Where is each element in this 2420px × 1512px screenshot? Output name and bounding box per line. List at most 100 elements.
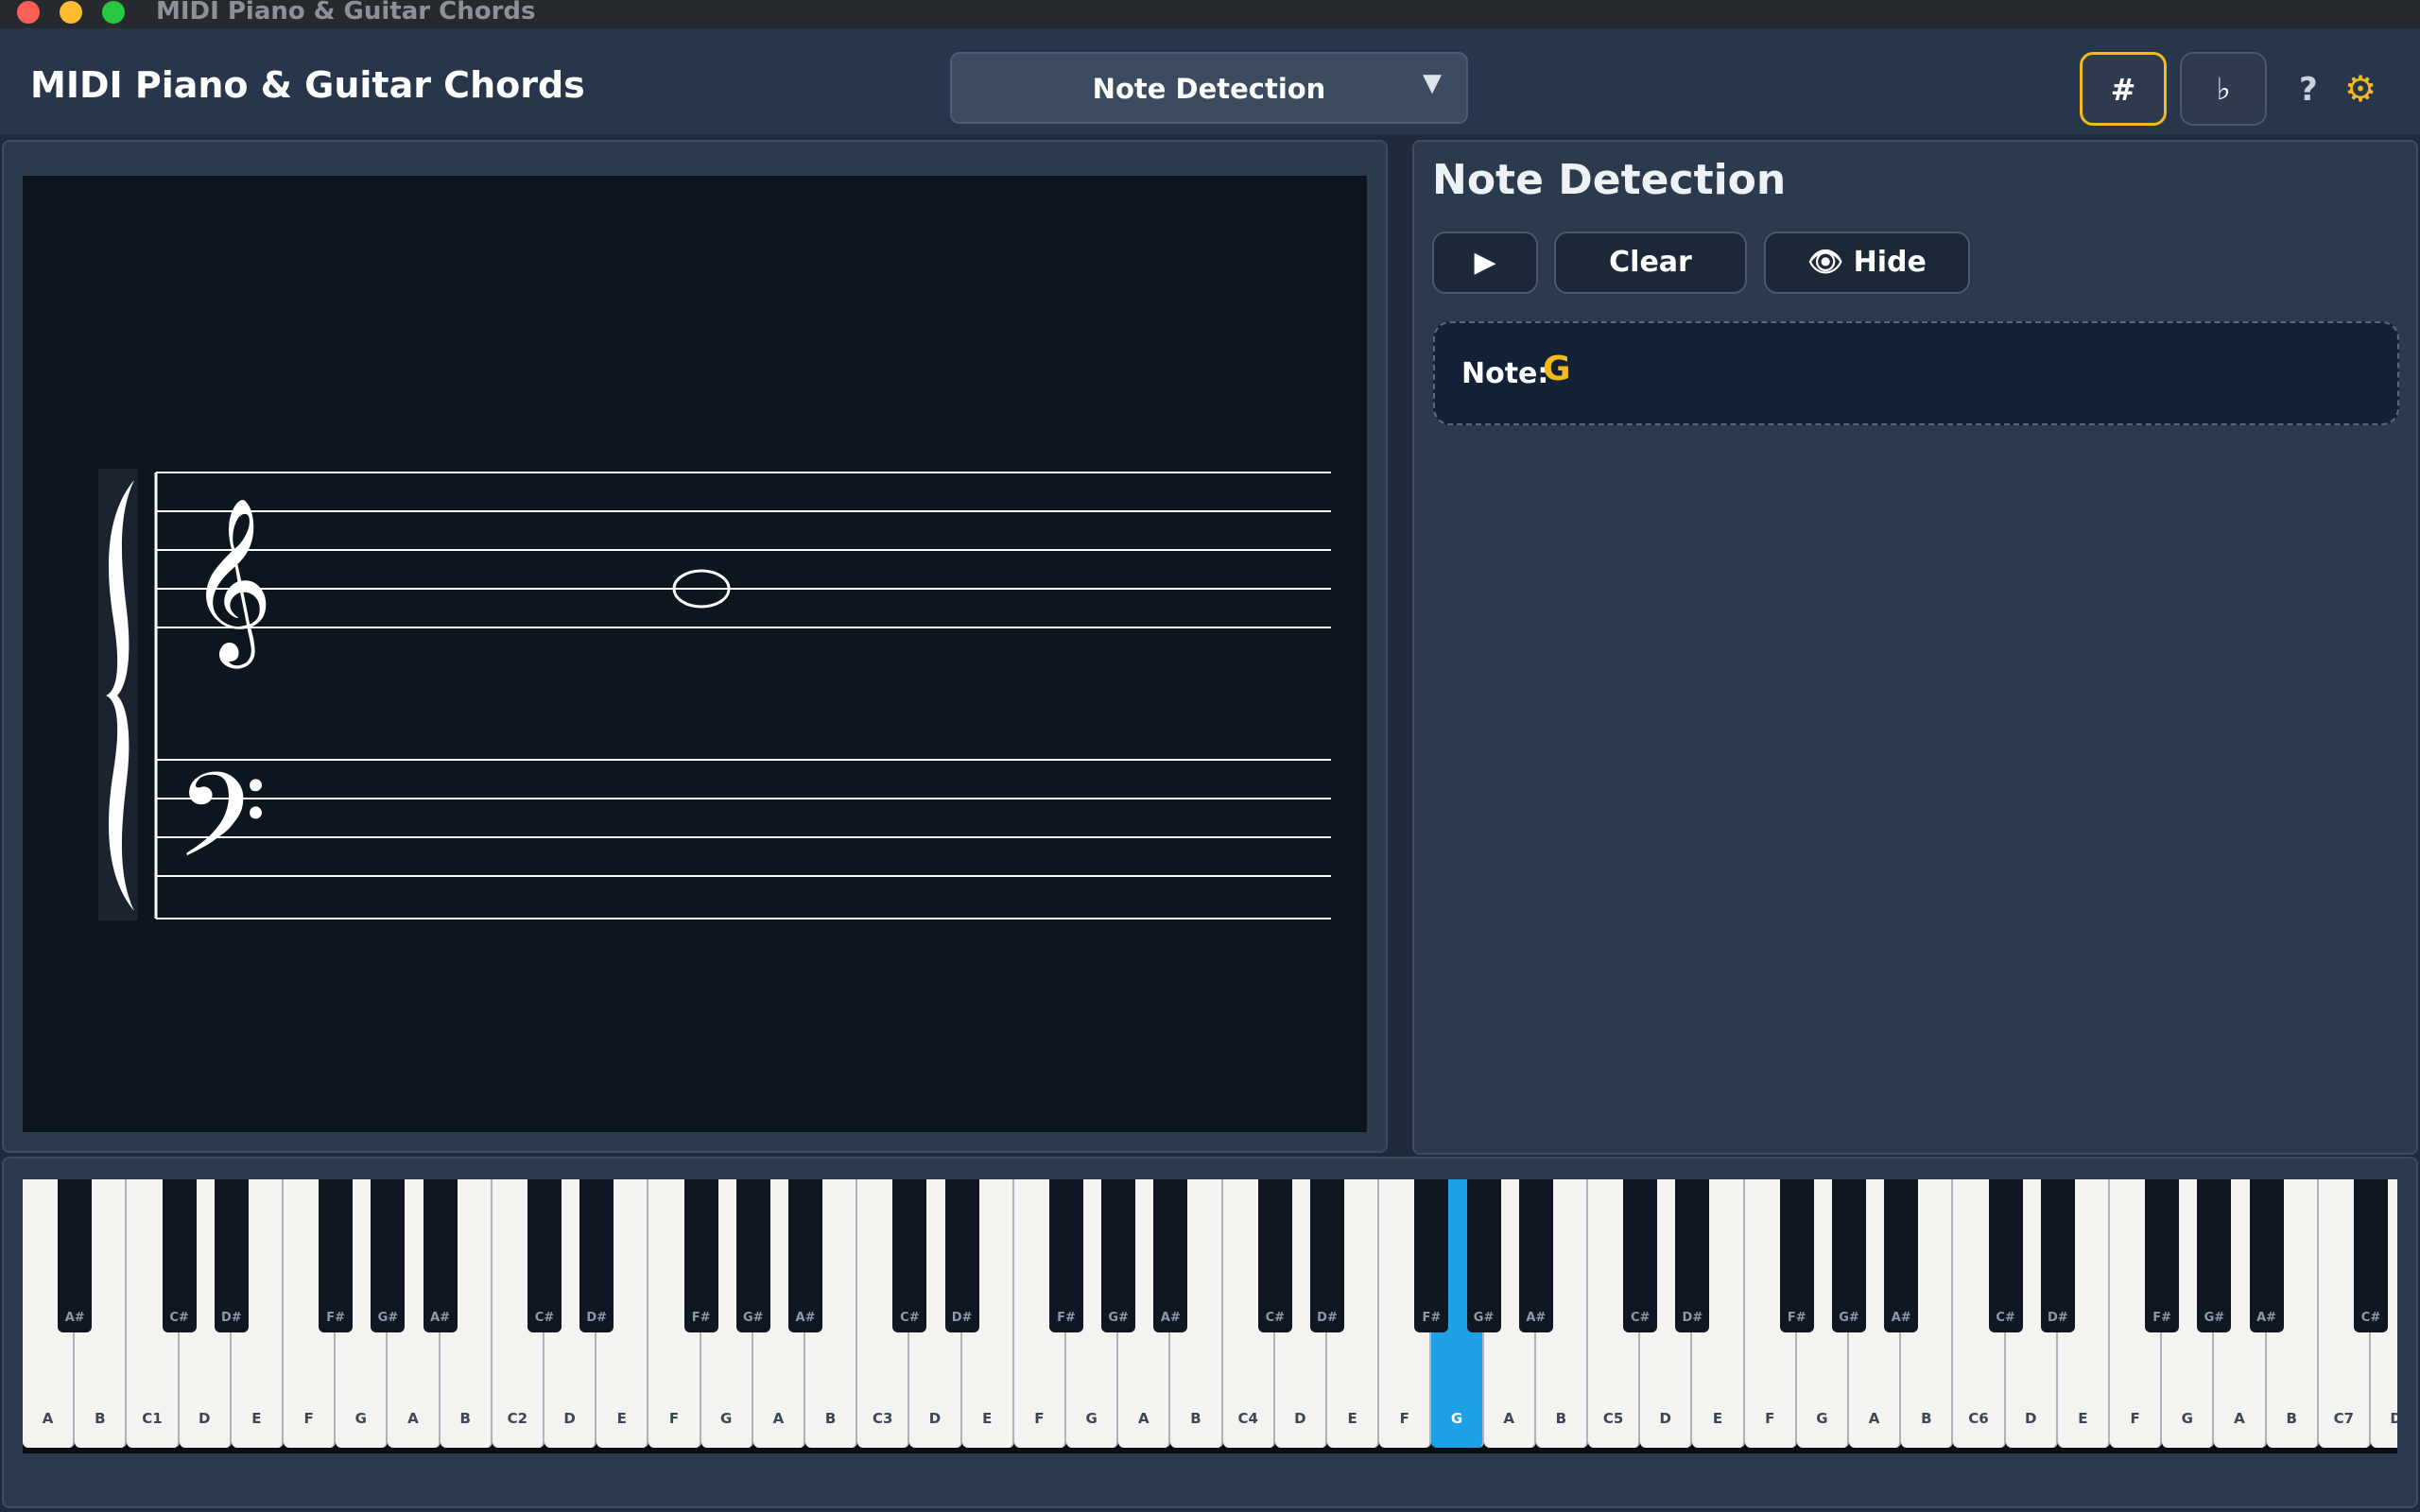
white-key-label: D (2390, 1410, 2397, 1427)
black-key[interactable]: C# (527, 1179, 562, 1332)
black-key[interactable]: A# (1153, 1179, 1188, 1332)
black-key-label: C# (534, 1311, 555, 1325)
black-key-label: F# (326, 1311, 346, 1325)
black-key[interactable]: G# (1832, 1179, 1866, 1332)
black-key-label: F# (1787, 1311, 1806, 1325)
white-key-label: C5 (1602, 1410, 1624, 1427)
white-key-label: F (2130, 1410, 2140, 1427)
white-key-label: E (616, 1410, 627, 1427)
black-key[interactable]: C# (2354, 1179, 2388, 1332)
black-key-label: D# (586, 1311, 608, 1325)
help-icon[interactable]: ? (2299, 71, 2318, 109)
black-key[interactable]: F# (1049, 1179, 1083, 1332)
white-key-label: B (1921, 1410, 1932, 1427)
black-key[interactable]: G# (1466, 1179, 1501, 1332)
black-key[interactable]: F# (683, 1179, 718, 1332)
black-key[interactable]: D# (1675, 1179, 1710, 1332)
black-key-label: D# (1682, 1311, 1703, 1325)
white-key-label: C3 (873, 1410, 893, 1427)
sharp-button[interactable]: # (2080, 52, 2167, 126)
black-key[interactable]: C# (892, 1179, 927, 1332)
black-key[interactable]: A# (1518, 1179, 1553, 1332)
black-key[interactable]: F# (319, 1179, 354, 1332)
treble-clef-icon: 𝄞 (189, 497, 273, 669)
note-readout: Note: G (1433, 321, 2399, 425)
black-key-label: G# (377, 1311, 399, 1325)
white-key-label: B (1190, 1410, 1201, 1427)
black-key[interactable]: G# (735, 1179, 770, 1332)
black-key-label: A# (1160, 1311, 1181, 1325)
black-key[interactable]: D# (2040, 1179, 2075, 1332)
black-key[interactable]: F# (1779, 1179, 1814, 1332)
black-key[interactable]: D# (579, 1179, 614, 1332)
close-window-button[interactable] (17, 1, 40, 24)
chevron-down-icon: ▼ (1423, 69, 1442, 97)
black-key[interactable]: C# (1988, 1179, 2023, 1332)
bass-staff-lines (156, 759, 1331, 919)
note-label: Note: (1461, 357, 1549, 390)
black-key-label: D# (2047, 1311, 2068, 1325)
white-key-label: A (1868, 1410, 1880, 1427)
black-key-label: A# (1891, 1311, 1911, 1325)
grand-staff-svg: 𝄞 𝄢 (98, 469, 1331, 920)
white-key-label: G (1085, 1410, 1098, 1427)
black-key[interactable]: A# (423, 1179, 458, 1332)
white-key-label: E (1347, 1410, 1357, 1427)
gear-icon[interactable]: ⚙ (2344, 68, 2377, 110)
white-key-label: C1 (142, 1410, 163, 1427)
black-key[interactable]: F# (1414, 1179, 1449, 1332)
black-key-label: G# (1108, 1311, 1129, 1325)
white-key-label: D (2024, 1410, 2037, 1427)
black-key[interactable]: C# (1623, 1179, 1658, 1332)
white-key-label: D (198, 1410, 211, 1427)
white-key-label: F (1765, 1410, 1775, 1427)
black-key-label: G# (1839, 1311, 1859, 1325)
white-key-label: D (928, 1410, 942, 1427)
black-key[interactable]: D# (214, 1179, 249, 1332)
black-key[interactable]: F# (2145, 1179, 2180, 1332)
mode-select[interactable]: Note Detection ▼ (950, 52, 1468, 124)
black-key-label: C# (1996, 1311, 2015, 1325)
minimize-window-button[interactable] (60, 1, 82, 24)
black-key-label: A# (2256, 1311, 2277, 1325)
white-key-label: A (1137, 1410, 1150, 1427)
white-key-label: G (354, 1410, 367, 1427)
window-title: MIDI Piano & Guitar Chords (156, 0, 536, 26)
white-key-label: B (1555, 1410, 1567, 1427)
black-key-label: D# (220, 1311, 242, 1325)
white-key-label: F (1399, 1410, 1409, 1427)
black-key[interactable]: C# (1257, 1179, 1292, 1332)
panel-title: Note Detection (1432, 156, 1787, 204)
app-header: MIDI Piano & Guitar Chords Note Detectio… (0, 28, 2420, 134)
app-title: MIDI Piano & Guitar Chords (30, 64, 585, 106)
black-key[interactable]: C# (162, 1179, 197, 1332)
black-key[interactable]: A# (1884, 1179, 1919, 1332)
zoom-window-button[interactable] (102, 1, 125, 24)
white-key-label: C6 (1968, 1410, 1989, 1427)
white-key-label: F (1034, 1410, 1045, 1427)
black-key[interactable]: D# (1310, 1179, 1344, 1332)
black-key-label: C# (900, 1311, 920, 1325)
white-key-label: C4 (1237, 1410, 1258, 1427)
black-key[interactable]: G# (371, 1179, 406, 1332)
white-key-label: F (668, 1410, 680, 1427)
play-button[interactable]: ▶ (1432, 232, 1538, 294)
white-key-label: A (42, 1410, 54, 1427)
black-key-label: A# (64, 1311, 85, 1325)
black-key[interactable]: A# (58, 1179, 93, 1332)
black-key[interactable]: A# (788, 1179, 822, 1332)
clear-button[interactable]: Clear (1554, 232, 1747, 294)
white-key-label: D (1659, 1410, 1671, 1427)
white-key-label: E (251, 1410, 262, 1427)
hide-button[interactable]: 👁 Hide (1764, 232, 1970, 294)
black-key-label: A# (430, 1311, 451, 1325)
black-key[interactable]: D# (944, 1179, 979, 1332)
black-key[interactable]: G# (1101, 1179, 1136, 1332)
black-key-label: C# (1265, 1311, 1286, 1325)
black-key[interactable]: A# (2249, 1179, 2284, 1332)
white-key-label: D (1294, 1410, 1306, 1427)
black-key[interactable]: G# (2197, 1179, 2232, 1332)
black-key-label: C# (2360, 1311, 2381, 1325)
black-key-label: D# (951, 1311, 973, 1325)
flat-button[interactable]: ♭ (2180, 52, 2267, 126)
